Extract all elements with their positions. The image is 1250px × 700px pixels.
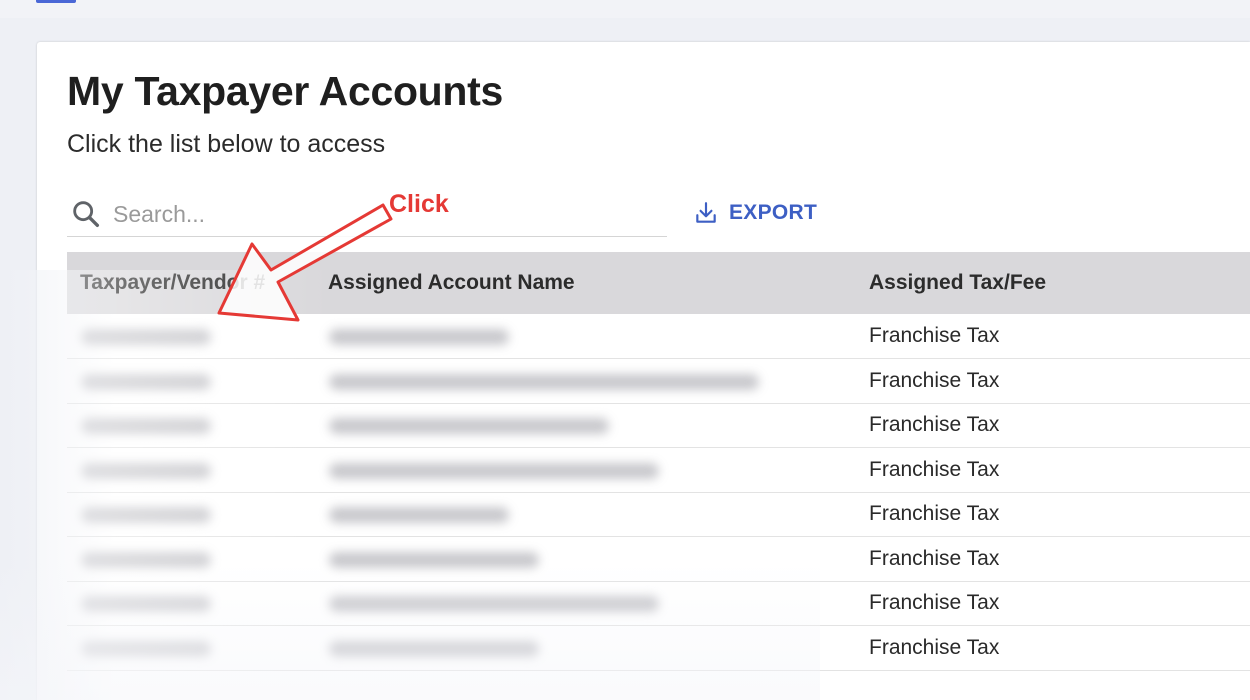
column-header-account-name[interactable]: Assigned Account Name	[328, 252, 575, 314]
blurred-account-name	[329, 463, 659, 479]
column-header-tax-fee[interactable]: Assigned Tax/Fee	[869, 252, 1046, 314]
table-header: Taxpayer/Vendor # Assigned Account Name …	[67, 252, 1250, 314]
accounts-card: My Taxpayer Accounts Click the list belo…	[37, 42, 1250, 700]
blurred-account-name	[329, 507, 509, 523]
blurred-taxpayer-id	[81, 552, 211, 568]
tax-fee-cell: Franchise Tax	[869, 591, 1000, 614]
tax-fee-cell: Franchise Tax	[869, 413, 1000, 436]
blurred-account-name	[329, 329, 509, 345]
top-bar	[0, 0, 1250, 18]
blurred-taxpayer-id	[81, 374, 211, 390]
page-title: My Taxpayer Accounts	[67, 68, 504, 114]
export-button[interactable]: EXPORT	[693, 196, 817, 230]
active-tab-indicator	[36, 0, 76, 3]
blurred-account-name	[329, 374, 759, 390]
blurred-account-name	[329, 418, 609, 434]
table-row[interactable]: Franchise Tax	[67, 492, 1250, 537]
blurred-taxpayer-id	[81, 596, 211, 612]
annotation-click-label: Click	[389, 190, 449, 218]
table-row[interactable]: Franchise Tax	[67, 537, 1250, 582]
tax-fee-cell: Franchise Tax	[869, 547, 1000, 570]
blurred-taxpayer-id	[81, 641, 211, 657]
table-row[interactable]: Franchise Tax	[67, 403, 1250, 448]
search-icon	[73, 201, 100, 228]
table-row[interactable]: Franchise Tax	[67, 581, 1250, 626]
blurred-account-name	[329, 641, 539, 657]
tax-fee-cell: Franchise Tax	[869, 458, 1000, 481]
blurred-taxpayer-id	[81, 329, 211, 345]
download-icon	[696, 202, 716, 223]
blurred-taxpayer-id	[81, 418, 211, 434]
search-box[interactable]	[67, 192, 667, 237]
export-label: EXPORT	[729, 201, 818, 224]
column-header-taxpayer-vendor[interactable]: Taxpayer/Vendor #	[80, 252, 265, 314]
table-row[interactable]: Franchise Tax	[67, 314, 1250, 359]
search-input[interactable]	[111, 196, 655, 232]
tax-fee-cell: Franchise Tax	[869, 502, 1000, 525]
table-row[interactable]: Franchise Tax	[67, 448, 1250, 493]
blurred-account-name	[329, 596, 659, 612]
tax-fee-cell: Franchise Tax	[869, 369, 1000, 392]
blurred-taxpayer-id	[81, 463, 211, 479]
tax-fee-cell: Franchise Tax	[869, 324, 1000, 347]
page-subtitle: Click the list below to access	[67, 130, 386, 158]
table-row[interactable]: Franchise Tax	[67, 359, 1250, 404]
tax-fee-cell: Franchise Tax	[869, 636, 1000, 659]
table-row[interactable]: Franchise Tax	[67, 626, 1250, 671]
blurred-taxpayer-id	[81, 507, 211, 523]
blurred-account-name	[329, 552, 539, 568]
